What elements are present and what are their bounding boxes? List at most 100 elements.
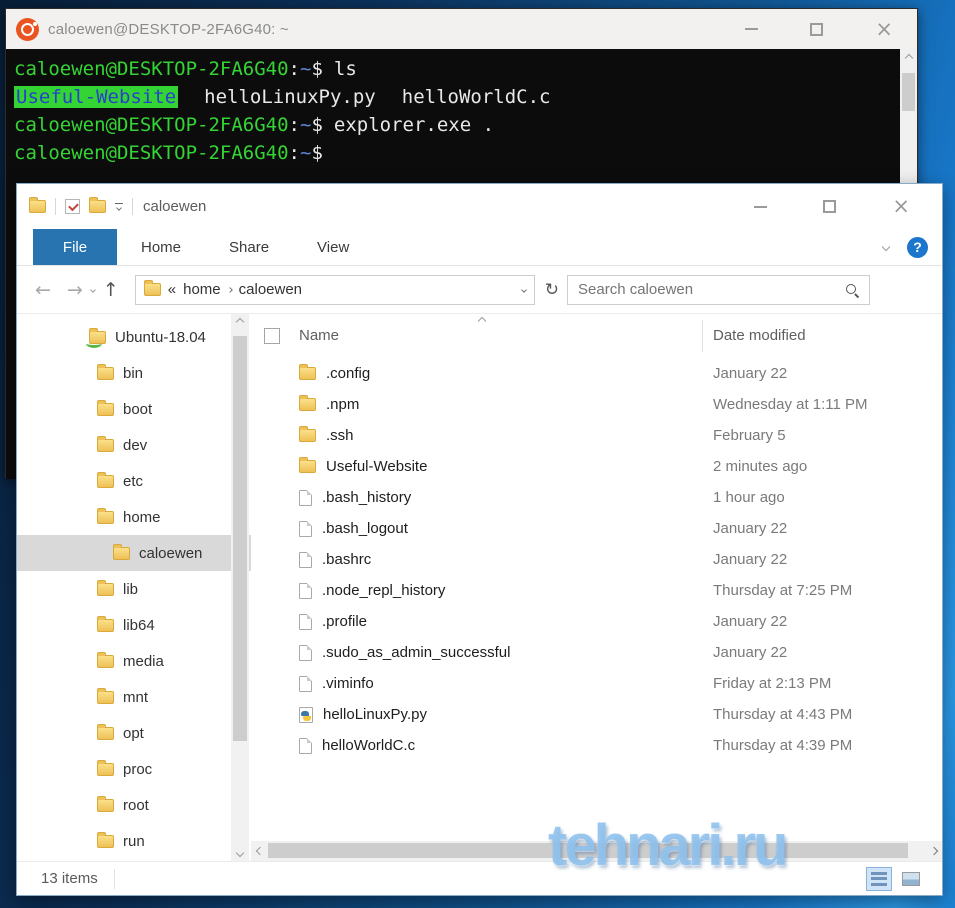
horizontal-scroll-thumb[interactable] xyxy=(268,843,908,858)
quick-access-new-folder-icon[interactable] xyxy=(89,197,106,213)
folder-icon xyxy=(97,363,114,380)
file-icon xyxy=(299,737,312,754)
help-icon[interactable]: ? xyxy=(907,236,928,258)
tree-item-caloewen[interactable]: caloewen xyxy=(17,535,251,571)
file-row[interactable]: .bash_history 1 hour ago xyxy=(251,482,942,513)
explorer-titlebar[interactable]: caloewen × xyxy=(17,184,942,229)
tab-share[interactable]: Share xyxy=(205,229,293,265)
file-row[interactable]: .profile January 22 xyxy=(251,606,942,637)
folder-icon xyxy=(299,364,316,380)
folder-icon xyxy=(97,579,114,596)
tab-file[interactable]: File xyxy=(33,229,117,265)
folder-icon xyxy=(97,435,114,452)
scroll-down-icon[interactable] xyxy=(235,848,245,858)
tree-item-bin[interactable]: bin xyxy=(17,355,251,391)
ribbon-tabs: File Home Share View ? xyxy=(17,229,942,266)
column-separator[interactable] xyxy=(702,320,703,352)
tree-item-home[interactable]: home xyxy=(17,499,251,535)
tree-item-label: bin xyxy=(123,364,144,382)
file-row[interactable]: .bashrc January 22 xyxy=(251,544,942,575)
terminal-minimize-button[interactable] xyxy=(745,28,759,30)
folder-icon xyxy=(97,651,114,668)
tree-item-root[interactable]: root xyxy=(17,787,251,823)
file-row[interactable]: .node_repl_history Thursday at 7:25 PM xyxy=(251,575,942,606)
tab-view[interactable]: View xyxy=(293,229,373,265)
search-input[interactable] xyxy=(578,281,846,298)
file-row[interactable]: .viminfo Friday at 2:13 PM xyxy=(251,668,942,699)
file-row[interactable]: helloLinuxPy.py Thursday at 4:43 PM xyxy=(251,699,942,730)
file-row[interactable]: .ssh February 5 xyxy=(251,420,942,451)
tree-scrollbar[interactable] xyxy=(231,314,249,861)
file-date-modified: January 22 xyxy=(713,644,788,661)
tree-item-mnt[interactable]: mnt xyxy=(17,679,251,715)
tree-scroll-thumb[interactable] xyxy=(233,336,247,741)
horizontal-scrollbar[interactable] xyxy=(251,841,942,861)
terminal-scroll-thumb[interactable] xyxy=(902,73,915,111)
tree-item-label: dev xyxy=(123,436,148,454)
column-headers: Name Date modified xyxy=(251,314,942,358)
quick-access-properties-icon[interactable] xyxy=(65,199,80,214)
scroll-up-icon[interactable] xyxy=(235,317,245,327)
file-date-modified: Thursday at 4:39 PM xyxy=(713,737,853,754)
back-button[interactable]: ← xyxy=(27,279,59,301)
tree-item-boot[interactable]: boot xyxy=(17,391,251,427)
thumbnails-view-icon xyxy=(902,871,920,886)
scroll-up-icon[interactable] xyxy=(904,53,913,63)
file-date-modified: 2 minutes ago xyxy=(713,458,808,475)
breadcrumb-caloewen[interactable]: caloewen xyxy=(239,281,302,298)
scroll-left-icon[interactable] xyxy=(251,846,268,856)
explorer-minimize-button[interactable] xyxy=(754,205,768,208)
file-row[interactable]: helloWorldC.c Thursday at 4:39 PM xyxy=(251,730,942,761)
tree-item-label: opt xyxy=(123,724,144,742)
tree-item-dev[interactable]: dev xyxy=(17,427,251,463)
tree-item-label: lib64 xyxy=(123,616,155,634)
refresh-button[interactable]: ↻ xyxy=(545,280,559,300)
breadcrumb-separator-icon xyxy=(226,286,233,293)
tree-item-opt[interactable]: opt xyxy=(17,715,251,751)
customize-quick-access-icon[interactable] xyxy=(115,202,123,212)
file-date-modified: February 5 xyxy=(713,427,786,444)
breadcrumb-home[interactable]: home xyxy=(183,281,221,298)
scroll-right-icon[interactable] xyxy=(925,846,942,856)
tree-item-lib64[interactable]: lib64 xyxy=(17,607,251,643)
thumbnails-view-button[interactable] xyxy=(898,867,924,891)
file-row[interactable]: .sudo_as_admin_successful January 22 xyxy=(251,637,942,668)
tab-home[interactable]: Home xyxy=(117,229,205,265)
explorer-maximize-button[interactable] xyxy=(823,200,837,213)
tree-item-label: run xyxy=(123,832,145,850)
terminal-maximize-button[interactable] xyxy=(810,22,824,36)
tree-item-lib[interactable]: lib xyxy=(17,571,251,607)
sort-ascending-icon xyxy=(477,316,487,326)
forward-button[interactable]: → xyxy=(59,279,91,301)
file-row[interactable]: Useful-Website 2 minutes ago xyxy=(251,451,942,482)
terminal-title: caloewen@DESKTOP-2FA6G40: ~ xyxy=(48,20,289,38)
search-box[interactable] xyxy=(567,274,871,305)
navigation-pane: Ubuntu-18.04 bin boot dev etc home caloewen lib… xyxy=(17,314,251,861)
address-dropdown-icon[interactable] xyxy=(520,286,527,293)
tree-item-run[interactable]: run xyxy=(17,823,251,859)
file-icon xyxy=(299,613,312,630)
select-all-checkbox[interactable] xyxy=(264,328,280,344)
tree-item-media[interactable]: media xyxy=(17,643,251,679)
details-view-button[interactable] xyxy=(866,866,892,891)
terminal-titlebar[interactable]: caloewen@DESKTOP-2FA6G40: ~ × xyxy=(6,9,917,49)
tree-item-etc[interactable]: etc xyxy=(17,463,251,499)
file-name: Useful-Website xyxy=(326,458,428,475)
search-icon[interactable] xyxy=(845,283,859,297)
file-name: .profile xyxy=(322,613,368,630)
minimize-ribbon-icon[interactable] xyxy=(881,242,891,252)
file-row[interactable]: .config January 22 xyxy=(251,358,942,389)
file-row[interactable]: .npm Wednesday at 1:11 PM xyxy=(251,389,942,420)
up-button[interactable]: ↑ xyxy=(95,279,127,301)
address-bar[interactable]: « home caloewen xyxy=(134,274,535,305)
desktop: caloewen@DESKTOP-2FA6G40: ~ × caloewen@D… xyxy=(0,0,955,908)
tree-item-ubuntu-18.04[interactable]: Ubuntu-18.04 xyxy=(17,319,251,355)
column-header-name[interactable]: Name xyxy=(299,327,339,344)
explorer-window[interactable]: caloewen × File Home Share View ? ← → ↑ xyxy=(16,183,943,896)
folder-icon xyxy=(97,471,114,488)
file-row[interactable]: .bash_logout January 22 xyxy=(251,513,942,544)
terminal-close-button[interactable]: × xyxy=(875,18,893,39)
column-header-date-modified[interactable]: Date modified xyxy=(713,327,806,344)
explorer-close-button[interactable]: × xyxy=(892,196,910,217)
tree-item-proc[interactable]: proc xyxy=(17,751,251,787)
